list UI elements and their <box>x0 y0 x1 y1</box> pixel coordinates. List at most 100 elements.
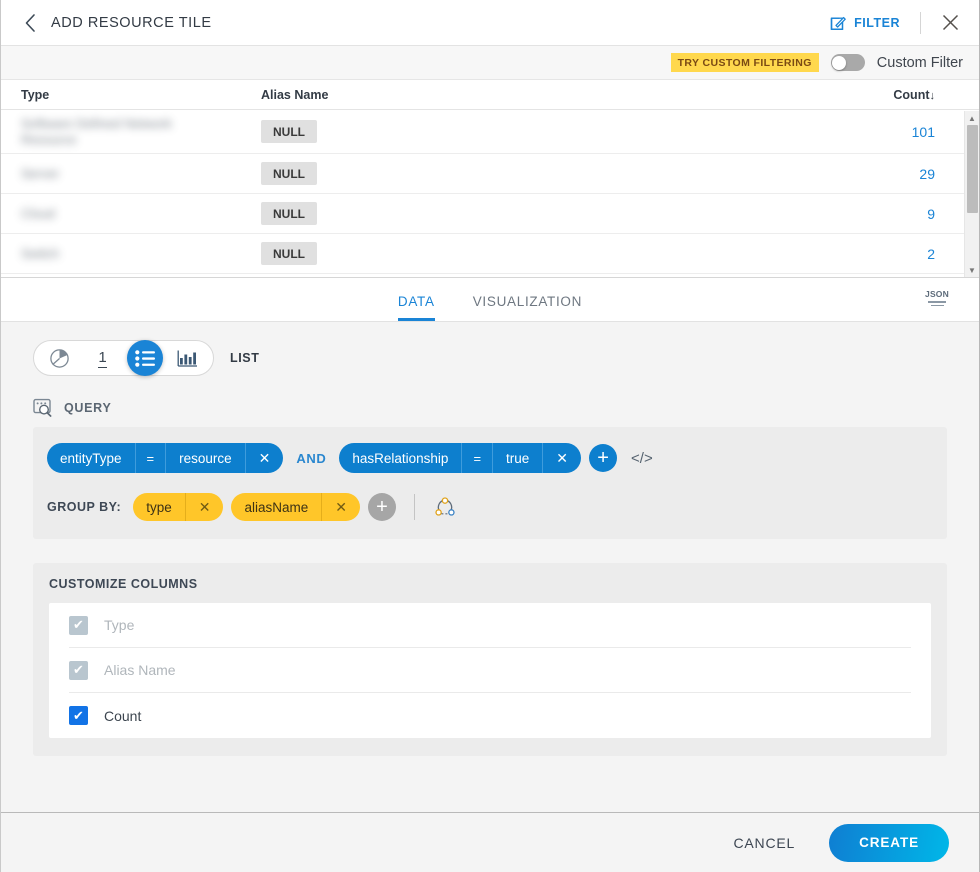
table-scrollbar[interactable]: ▲ ▼ <box>964 111 979 277</box>
header-actions: FILTER <box>822 10 963 36</box>
custom-filter-toggle[interactable] <box>831 54 865 71</box>
tabs: DATA VISUALIZATION <box>398 294 582 321</box>
header-divider <box>920 12 921 34</box>
null-badge: NULL <box>261 120 317 143</box>
column-label-type: Type <box>104 617 134 633</box>
query-section-header: QUERY <box>1 376 979 417</box>
column-header-count[interactable]: Count↓ <box>839 88 959 102</box>
filter-button[interactable]: FILTER <box>822 10 908 35</box>
custom-filter-label: Custom Filter <box>877 55 963 71</box>
cell-type: Cloud <box>21 206 261 222</box>
filter-button-label: FILTER <box>854 16 900 30</box>
cell-count[interactable]: 9 <box>839 206 959 222</box>
single-value-text: 1 <box>98 349 106 368</box>
condition-value[interactable]: resource <box>165 443 245 473</box>
relationship-graph-icon[interactable] <box>433 496 457 518</box>
table-body: Software Defined Network Resource NULL 1… <box>1 110 979 274</box>
group-by-field[interactable]: type <box>133 493 185 521</box>
tab-data[interactable]: DATA <box>398 294 435 321</box>
null-badge: NULL <box>261 202 317 225</box>
group-by-remove-icon[interactable]: ✕ <box>321 493 360 521</box>
condition-field[interactable]: hasRelationship <box>339 443 461 473</box>
cell-alias-name: NULL <box>261 202 839 225</box>
condition-value[interactable]: true <box>492 443 542 473</box>
group-by-row: GROUP BY: type ✕ aliasName ✕ + <box>47 493 933 521</box>
create-button[interactable]: CREATE <box>829 824 949 862</box>
cell-type: Server <box>21 166 261 182</box>
query-condition-pill[interactable]: hasRelationship = true ✕ <box>339 443 581 473</box>
bar-chart-icon[interactable] <box>166 341 209 375</box>
group-by-label: GROUP BY: <box>47 500 121 514</box>
pie-chart-icon[interactable] <box>38 341 81 375</box>
group-by-remove-icon[interactable]: ✕ <box>185 493 224 521</box>
add-condition-button[interactable]: + <box>589 444 617 472</box>
column-checkbox-type: ✔ <box>69 616 88 635</box>
query-panel: entityType = resource ✕ AND hasRelations… <box>33 427 947 539</box>
column-checkbox-alias-name: ✔ <box>69 661 88 680</box>
query-conjunction[interactable]: AND <box>283 451 339 466</box>
sort-desc-icon: ↓ <box>930 90 936 102</box>
single-value-icon[interactable]: 1 <box>81 341 124 375</box>
table-row[interactable]: Cloud NULL 9 <box>1 194 979 234</box>
toggle-knob <box>832 56 846 70</box>
dialog-footer: CANCEL CREATE <box>1 812 979 872</box>
table-row[interactable]: Software Defined Network Resource NULL 1… <box>1 110 979 154</box>
dialog-header: ADD RESOURCE TILE FILTER <box>1 0 979 46</box>
code-icon[interactable]: </> <box>631 450 653 467</box>
query-section-label: QUERY <box>64 401 112 415</box>
condition-remove-icon[interactable]: ✕ <box>542 443 581 473</box>
add-group-by-button[interactable]: + <box>368 493 396 521</box>
condition-remove-icon[interactable]: ✕ <box>245 443 284 473</box>
close-icon[interactable] <box>937 10 963 36</box>
condition-operator[interactable]: = <box>461 443 492 473</box>
group-by-field[interactable]: aliasName <box>231 493 321 521</box>
json-icon-line <box>928 301 946 303</box>
dialog-body: 1 <box>1 322 979 812</box>
back-chevron-icon[interactable] <box>19 12 41 34</box>
group-by-divider <box>414 494 415 520</box>
query-condition-pill[interactable]: entityType = resource ✕ <box>47 443 283 473</box>
cell-type: Software Defined Network Resource <box>21 116 261 148</box>
scroll-up-arrow-icon[interactable]: ▲ <box>965 111 979 125</box>
cell-type: Switch <box>21 246 261 262</box>
cancel-button[interactable]: CANCEL <box>724 827 806 859</box>
edit-square-icon <box>830 14 847 31</box>
column-header-alias-name[interactable]: Alias Name <box>261 88 839 102</box>
results-table: Type Alias Name Count↓ Software Defined … <box>1 80 979 278</box>
list-icon[interactable] <box>127 340 163 376</box>
cell-count[interactable]: 29 <box>839 166 959 182</box>
list-item[interactable]: ✔ Count <box>69 693 911 738</box>
table-row[interactable]: Switch NULL 2 <box>1 234 979 274</box>
cell-alias-name: NULL <box>261 120 839 143</box>
column-label-count: Count <box>104 708 141 724</box>
cell-alias-name: NULL <box>261 242 839 265</box>
query-search-icon <box>33 398 54 417</box>
json-view-icon[interactable]: JSON <box>923 284 951 312</box>
page-title: ADD RESOURCE TILE <box>51 15 212 31</box>
null-badge: NULL <box>261 162 317 185</box>
null-badge: NULL <box>261 242 317 265</box>
list-item: ✔ Type <box>69 603 911 648</box>
try-custom-filtering-badge: TRY CUSTOM FILTERING <box>671 53 819 72</box>
column-label-alias-name: Alias Name <box>104 662 176 678</box>
column-checkbox-count[interactable]: ✔ <box>69 706 88 725</box>
table-row[interactable]: Server NULL 29 <box>1 154 979 194</box>
cell-alias-name: NULL <box>261 162 839 185</box>
scroll-down-arrow-icon[interactable]: ▼ <box>965 263 979 277</box>
tab-bar: DATA VISUALIZATION JSON <box>1 278 979 322</box>
cell-count[interactable]: 2 <box>839 246 959 262</box>
visualization-type-selector: 1 <box>33 340 214 376</box>
tab-visualization[interactable]: VISUALIZATION <box>473 294 582 321</box>
add-resource-tile-dialog: ADD RESOURCE TILE FILTER TRY CU <box>0 0 980 872</box>
group-by-pill[interactable]: type ✕ <box>133 493 223 521</box>
column-header-type[interactable]: Type <box>21 88 261 102</box>
condition-operator[interactable]: = <box>135 443 166 473</box>
customize-columns-panel: CUSTOMIZE COLUMNS ✔ Type ✔ Alias Name ✔ … <box>33 563 947 756</box>
list-item: ✔ Alias Name <box>69 648 911 693</box>
scrollbar-thumb[interactable] <box>967 125 978 213</box>
cell-count[interactable]: 101 <box>839 124 959 140</box>
condition-field[interactable]: entityType <box>47 443 135 473</box>
table-header-row: Type Alias Name Count↓ <box>1 80 979 110</box>
visualization-selected-label: LIST <box>230 351 259 365</box>
group-by-pill[interactable]: aliasName ✕ <box>231 493 360 521</box>
